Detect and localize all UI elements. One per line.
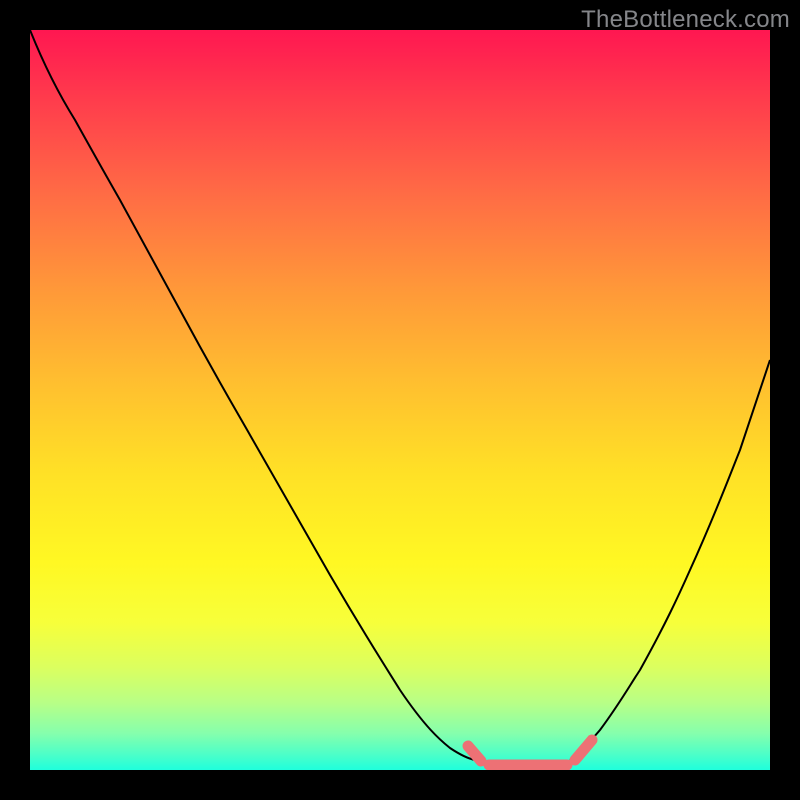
watermark-text: TheBottleneck.com [581, 6, 790, 34]
pink-overlay-right [575, 740, 592, 760]
left-curve [30, 30, 475, 760]
chart-svg [30, 30, 770, 770]
right-curve [570, 360, 770, 760]
